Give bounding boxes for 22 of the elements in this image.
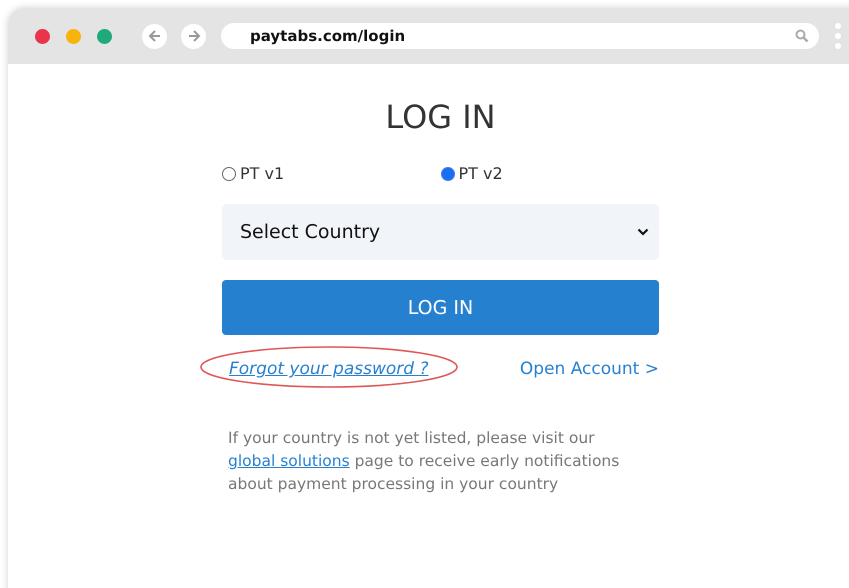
global-solutions-link[interactable]: global solutions	[228, 452, 350, 470]
minimize-dot-icon[interactable]	[66, 28, 81, 44]
forgot-password-link[interactable]: Forgot your password ?	[229, 357, 428, 383]
radio-button[interactable]	[440, 167, 454, 182]
page-title: LOG IN	[384, 98, 497, 136]
forward-arrow-icon	[186, 29, 200, 43]
maximize-dot-icon[interactable]	[97, 28, 112, 44]
radio-label: PT v2	[458, 163, 503, 186]
url-text: paytabs.com/login	[250, 26, 406, 47]
radio-label: PT v1	[240, 163, 284, 186]
forward-button[interactable]	[181, 24, 206, 48]
info-note: If your country is not yet listed, please visit our global solutions page to receive early notifications about payment processing in your country	[228, 428, 620, 495]
radio-button[interactable]	[222, 167, 236, 182]
chevron-down-icon	[637, 228, 649, 236]
open-account-link[interactable]: Open Account >	[520, 357, 659, 383]
login-button[interactable]: LOG IN	[222, 280, 659, 336]
back-button[interactable]	[142, 24, 167, 48]
search-icon	[795, 29, 809, 43]
address-bar[interactable]: paytabs.com/login	[221, 23, 819, 49]
back-arrow-icon	[148, 29, 162, 43]
close-dot-icon[interactable]	[35, 28, 50, 44]
country-select[interactable]: Select Country	[222, 204, 659, 260]
